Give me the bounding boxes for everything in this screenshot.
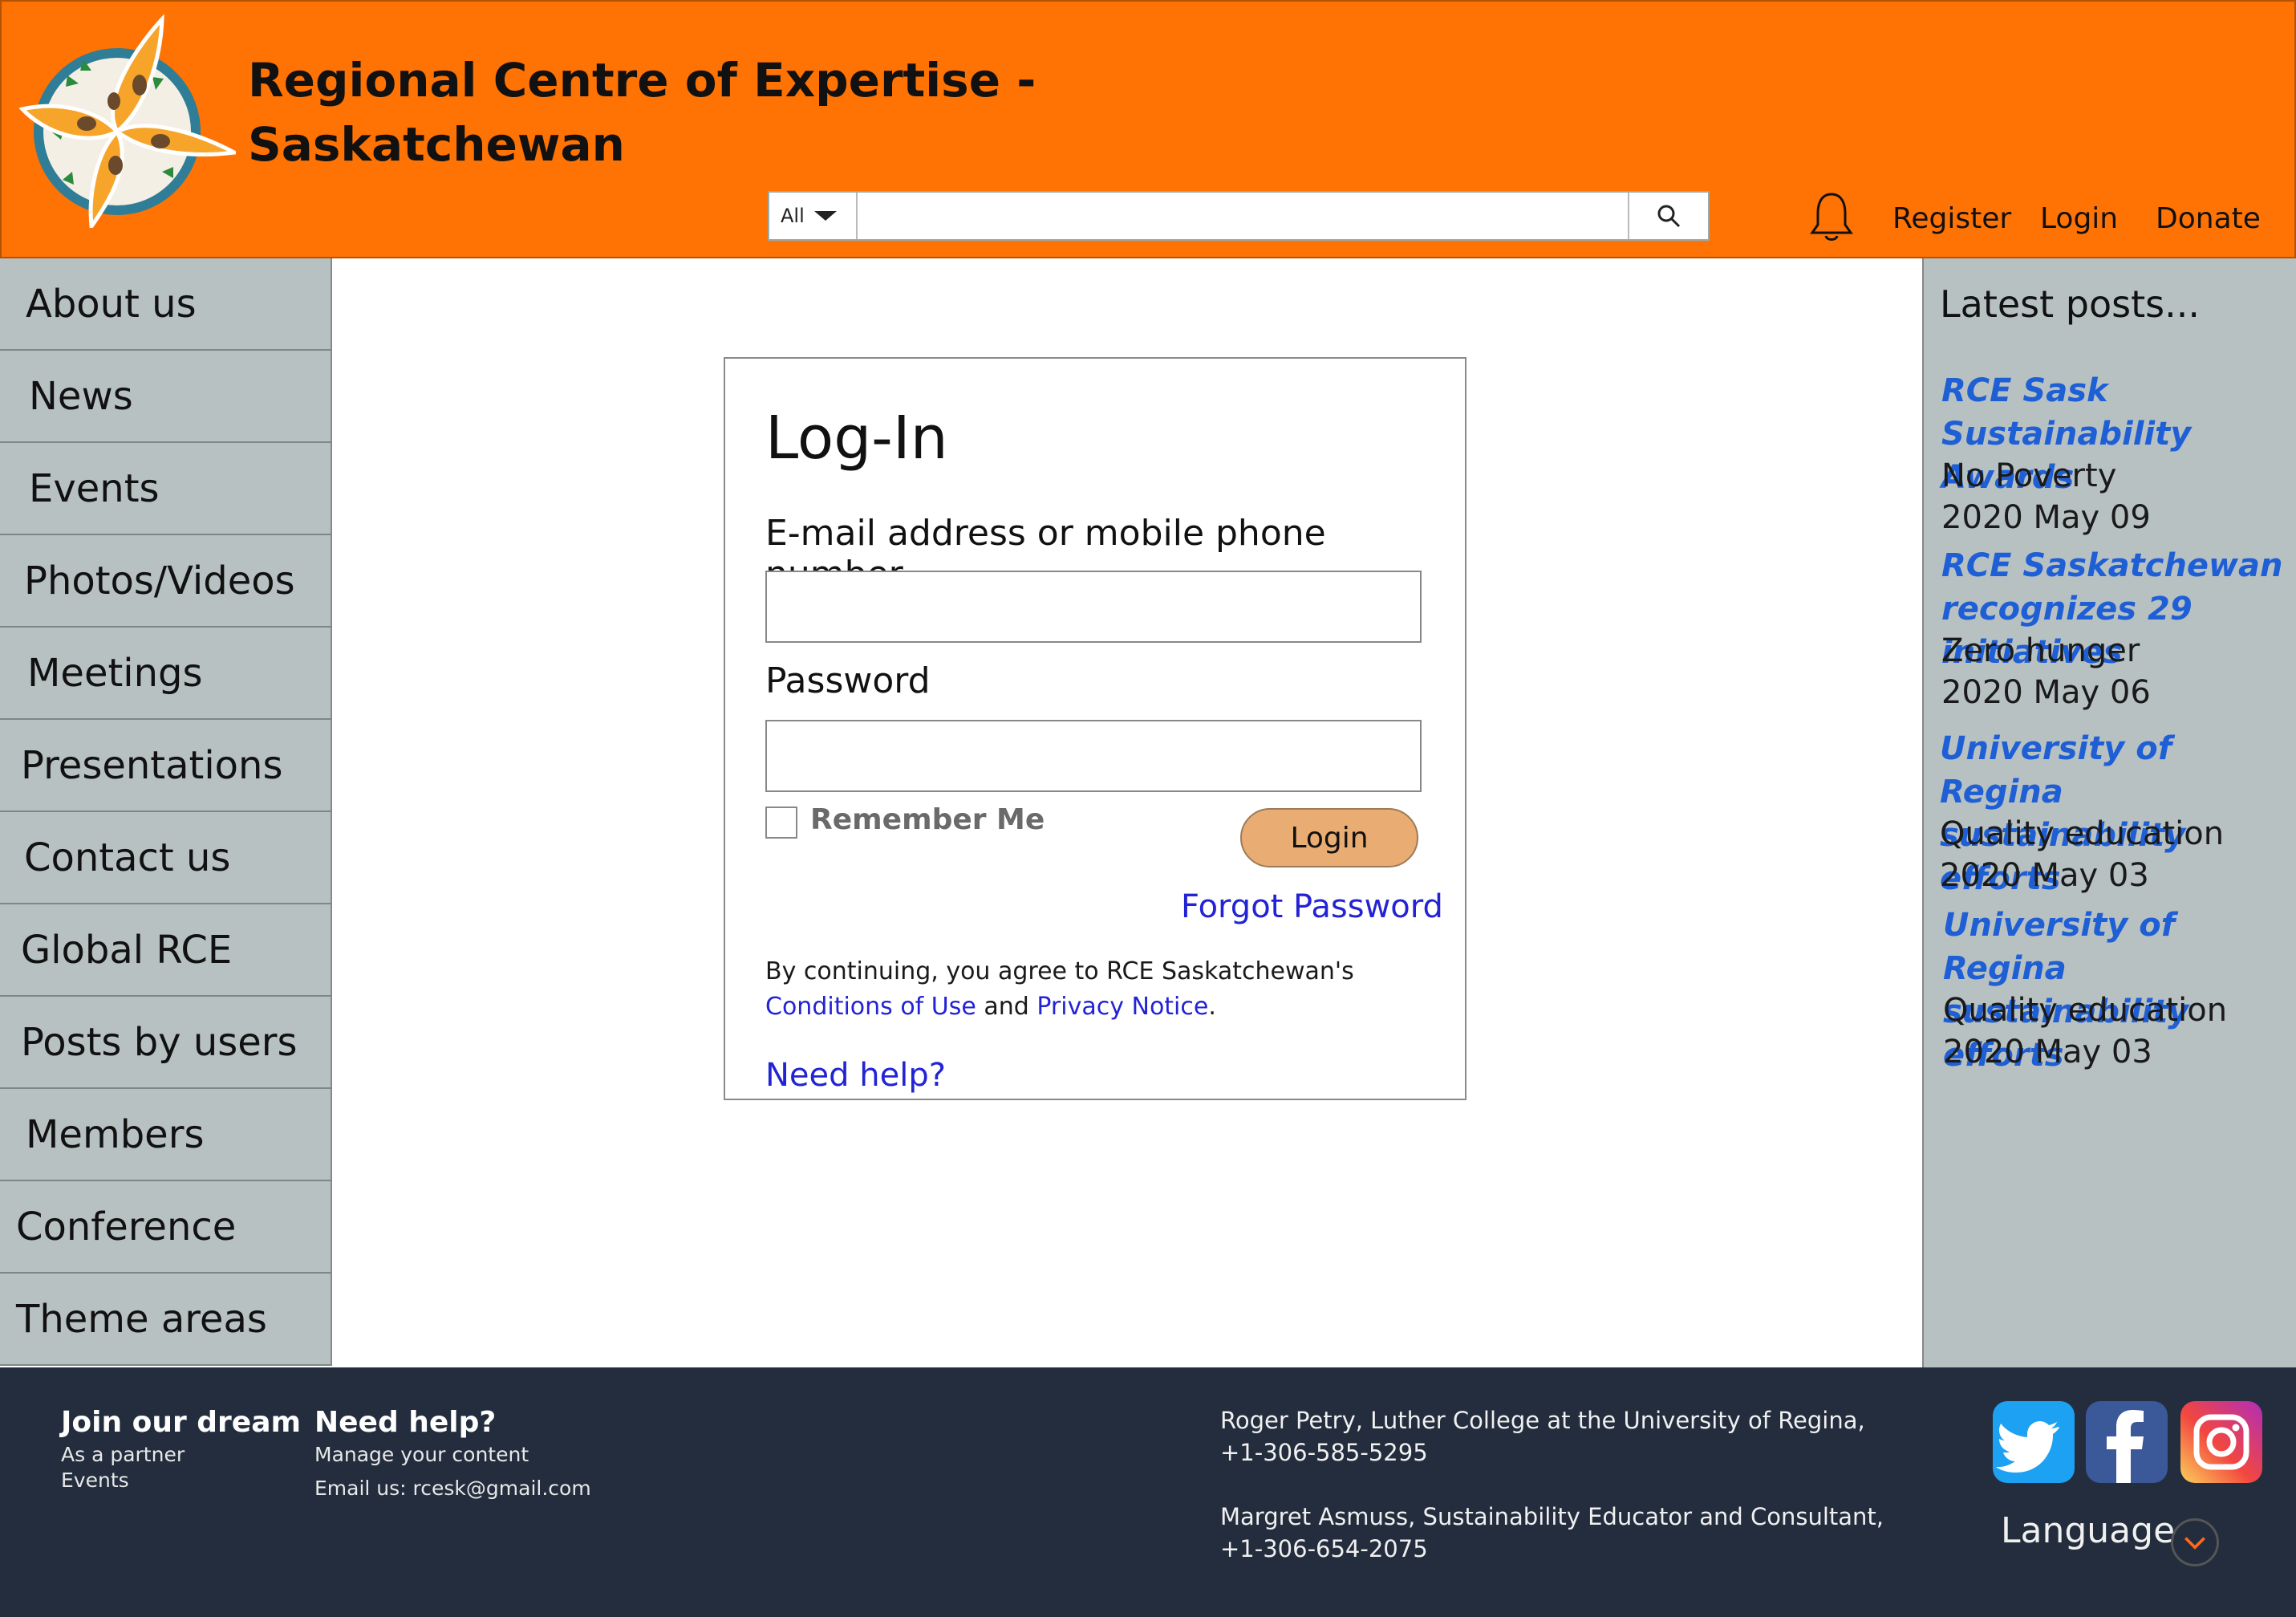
site-title-line2: Saskatchewan — [248, 117, 625, 172]
login-heading: Log-In — [765, 404, 948, 473]
search-input[interactable] — [858, 193, 1628, 239]
nav-item-about-us[interactable]: About us — [0, 258, 332, 351]
remember-me-checkbox[interactable] — [765, 806, 797, 839]
chevron-down-icon — [813, 211, 837, 221]
search-button[interactable] — [1628, 193, 1708, 239]
post-title-line: University of Regina — [1943, 907, 2176, 987]
search-scope-label: All — [781, 205, 805, 227]
email-field[interactable] — [765, 571, 1422, 643]
nav-item-theme-areas[interactable]: Theme areas — [0, 1274, 332, 1366]
post-title-line: RCE Sask Sustainability — [1941, 372, 2192, 453]
latest-posts-sidebar: Latest posts... RCE Sask Sustainability … — [1922, 258, 2296, 1379]
site-title: Regional Centre of Expertise - Saskatche… — [248, 48, 1036, 177]
chevron-down-icon[interactable] — [2171, 1518, 2219, 1566]
nav-item-photos-videos[interactable]: Photos/Videos — [0, 535, 332, 628]
agree-suffix: . — [1208, 993, 1216, 1021]
contact-roger-phone: +1-306-585-5295 — [1220, 1439, 1428, 1466]
join-events-link[interactable]: Events — [61, 1469, 129, 1492]
search-bar: All — [768, 191, 1710, 241]
nav-item-global-rce[interactable]: Global RCE — [0, 904, 332, 997]
agree-and: and — [976, 993, 1037, 1021]
post-date: 2020 May 03 — [1940, 857, 2149, 894]
manage-content-link[interactable]: Manage your content — [314, 1443, 529, 1466]
instagram-icon[interactable] — [2180, 1401, 2262, 1483]
password-field[interactable] — [765, 720, 1422, 792]
remember-me-label: Remember Me — [810, 803, 1045, 836]
login-button[interactable]: Login — [1240, 808, 1418, 867]
post-title-line: University of Regina — [1940, 730, 2172, 811]
password-label: Password — [765, 660, 931, 701]
nav-item-contact-us[interactable]: Contact us — [0, 812, 332, 904]
left-nav: About us News Events Photos/Videos Meeti… — [0, 258, 332, 1366]
need-help-link[interactable]: Need help? — [765, 1057, 946, 1094]
nav-item-conference[interactable]: Conference — [0, 1181, 332, 1274]
post-category: Quality education — [1943, 992, 2228, 1029]
twitter-icon[interactable] — [1993, 1401, 2075, 1483]
join-heading: Join our dream — [61, 1406, 302, 1439]
nav-item-presentations[interactable]: Presentations — [0, 720, 332, 812]
latest-posts-title: Latest posts... — [1940, 282, 2200, 326]
facebook-icon[interactable] — [2086, 1401, 2168, 1483]
contact-margret-name: Margret Asmuss, Sustainability Educator … — [1220, 1503, 1884, 1530]
email-us-link[interactable]: Email us: rcesk@gmail.com — [314, 1477, 591, 1500]
post-date: 2020 May 03 — [1943, 1034, 2152, 1071]
contact-roger: Roger Petry, Luther College at the Unive… — [1220, 1404, 1865, 1469]
post-date: 2020 May 06 — [1941, 674, 2151, 711]
nav-item-members[interactable]: Members — [0, 1089, 332, 1181]
search-scope-dropdown[interactable]: All — [769, 193, 858, 239]
site-title-line1: Regional Centre of Expertise - — [248, 53, 1036, 108]
language-label: Language — [2001, 1510, 2176, 1551]
contact-margret-phone: +1-306-654-2075 — [1220, 1535, 1428, 1562]
donate-link[interactable]: Donate — [2156, 202, 2261, 235]
post-category: No Poverty — [1941, 457, 2117, 494]
login-link[interactable]: Login — [2040, 202, 2118, 235]
nav-item-news[interactable]: News — [0, 351, 332, 443]
forgot-password-link[interactable]: Forgot Password — [1181, 888, 1443, 925]
terms-agreement-text: By continuing, you agree to RCE Saskatch… — [765, 954, 1431, 1025]
contact-margret: Margret Asmuss, Sustainability Educator … — [1220, 1501, 1884, 1565]
conditions-of-use-link[interactable]: Conditions of Use — [765, 993, 976, 1021]
nav-item-events[interactable]: Events — [0, 443, 332, 535]
help-heading: Need help? — [314, 1406, 497, 1439]
nav-item-posts-by-users[interactable]: Posts by users — [0, 997, 332, 1089]
privacy-notice-link[interactable]: Privacy Notice — [1036, 993, 1208, 1021]
post-date: 2020 May 09 — [1941, 499, 2151, 536]
login-card: Log-In E-mail address or mobile phone nu… — [724, 357, 1466, 1100]
agree-prefix: By continuing, you agree to RCE Saskatch… — [765, 957, 1354, 985]
rce-logo-icon[interactable] — [19, 11, 236, 228]
join-partner-link[interactable]: As a partner — [61, 1443, 185, 1466]
post-category: Zero hunger — [1941, 632, 2140, 669]
register-link[interactable]: Register — [1892, 202, 2011, 235]
site-header: Regional Centre of Expertise - Saskatche… — [0, 0, 2296, 258]
nav-item-meetings[interactable]: Meetings — [0, 628, 332, 720]
post-category: Quality education — [1940, 815, 2225, 852]
search-icon — [1657, 205, 1681, 228]
bell-icon[interactable] — [1808, 191, 1855, 242]
post-title-line: RCE Saskatchewan — [1941, 547, 2283, 584]
contact-roger-name: Roger Petry, Luther College at the Unive… — [1220, 1407, 1865, 1434]
